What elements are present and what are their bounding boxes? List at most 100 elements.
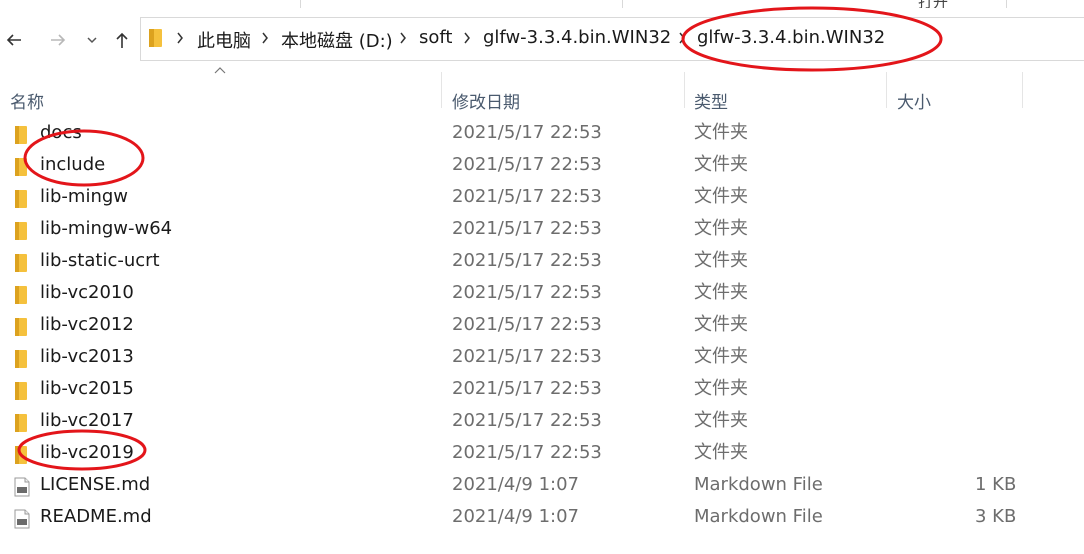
file-name[interactable]: docs [40, 122, 82, 144]
file-name[interactable]: lib-vc2017 [40, 410, 134, 432]
file-date: 2021/5/17 22:53 [452, 378, 602, 399]
breadcrumb-this-pc[interactable]: 此电脑 [197, 27, 251, 53]
file-type: 文件夹 [694, 346, 748, 367]
back-button[interactable] [0, 26, 28, 54]
folder-icon [14, 125, 28, 149]
breadcrumb-glfw-parent[interactable]: glfw-3.3.4.bin.WIN32 [483, 27, 671, 48]
file-type: 文件夹 [694, 122, 748, 143]
folder-icon [14, 157, 28, 181]
chevron-down-icon [87, 37, 97, 44]
chevron-right-icon[interactable] [398, 31, 408, 45]
file-row[interactable]: lib-vc2012 2021/5/17 22:53 文件夹 [0, 310, 1084, 342]
ribbon-open-label[interactable]: 打开 [918, 0, 948, 8]
file-type: Markdown File [694, 474, 823, 495]
file-date: 2021/4/9 1:07 [452, 506, 579, 527]
file-date: 2021/5/17 22:53 [452, 154, 602, 175]
file-type: 文件夹 [694, 410, 748, 431]
file-row[interactable]: lib-static-ucrt 2021/5/17 22:53 文件夹 [0, 246, 1084, 278]
recent-locations-button[interactable] [78, 26, 106, 54]
ribbon-divider [1006, 0, 1007, 8]
breadcrumb-drive-d[interactable]: 本地磁盘 (D:) [281, 27, 393, 53]
folder-icon [149, 29, 162, 47]
file-name[interactable]: lib-vc2015 [40, 378, 134, 400]
file-type: 文件夹 [694, 378, 748, 399]
file-type: 文件夹 [694, 442, 748, 463]
file-date: 2021/5/17 22:53 [452, 442, 602, 463]
file-type: 文件夹 [694, 186, 748, 207]
column-header-size[interactable]: 大小 [897, 88, 931, 113]
column-divider[interactable] [441, 72, 442, 108]
file-row[interactable]: lib-vc2015 2021/5/17 22:53 文件夹 [0, 374, 1084, 406]
folder-icon [14, 413, 28, 437]
ribbon-strip: 打开 [0, 0, 1084, 8]
file-date: 2021/4/9 1:07 [452, 474, 579, 495]
file-date: 2021/5/17 22:53 [452, 218, 602, 239]
file-size: 3 KB [975, 506, 1017, 527]
folder-icon [14, 253, 28, 277]
column-divider[interactable] [684, 72, 685, 108]
file-row[interactable]: lib-vc2010 2021/5/17 22:53 文件夹 [0, 278, 1084, 310]
file-row[interactable]: lib-mingw-w64 2021/5/17 22:53 文件夹 [0, 214, 1084, 246]
file-date: 2021/5/17 22:53 [452, 282, 602, 303]
file-type: 文件夹 [694, 250, 748, 271]
folder-icon [14, 445, 28, 469]
file-row[interactable]: lib-vc2013 2021/5/17 22:53 文件夹 [0, 342, 1084, 374]
chevron-right-icon[interactable] [462, 31, 472, 45]
file-date: 2021/5/17 22:53 [452, 314, 602, 335]
arrow-up-icon [116, 32, 128, 48]
file-name[interactable]: lib-vc2012 [40, 314, 134, 336]
up-button[interactable] [108, 26, 136, 54]
folder-icon [14, 381, 28, 405]
file-type: 文件夹 [694, 154, 748, 175]
file-type: 文件夹 [694, 218, 748, 239]
chevron-right-icon[interactable] [175, 31, 185, 45]
arrow-right-icon [51, 34, 66, 46]
file-name[interactable]: lib-vc2019 [40, 442, 134, 464]
file-row[interactable]: include 2021/5/17 22:53 文件夹 [0, 150, 1084, 182]
file-date: 2021/5/17 22:53 [452, 410, 602, 431]
file-name[interactable]: lib-mingw-w64 [40, 218, 172, 240]
file-row[interactable]: lib-mingw 2021/5/17 22:53 文件夹 [0, 182, 1084, 214]
ribbon-divider [300, 0, 301, 8]
folder-icon [14, 221, 28, 245]
column-header-name[interactable]: 名称 [10, 88, 44, 113]
folder-icon [14, 317, 28, 341]
file-date: 2021/5/17 22:53 [452, 346, 602, 367]
ribbon-divider [622, 0, 623, 8]
file-size: 1 KB [975, 474, 1017, 495]
arrow-left-icon [6, 34, 21, 46]
file-row[interactable]: lib-vc2017 2021/5/17 22:53 文件夹 [0, 406, 1084, 438]
file-date: 2021/5/17 22:53 [452, 122, 602, 143]
markdown-file-icon [14, 477, 30, 501]
markdown-file-icon [14, 509, 30, 533]
file-date: 2021/5/17 22:53 [452, 250, 602, 271]
column-header-date[interactable]: 修改日期 [452, 88, 520, 113]
breadcrumb-soft[interactable]: soft [419, 27, 452, 48]
file-date: 2021/5/17 22:53 [452, 186, 602, 207]
file-row[interactable]: README.md 2021/4/9 1:07 Markdown File 3 KB [0, 502, 1084, 534]
file-type: Markdown File [694, 506, 823, 527]
chevron-right-icon[interactable] [260, 31, 270, 45]
file-row[interactable]: lib-vc2019 2021/5/17 22:53 文件夹 [0, 438, 1084, 470]
forward-button[interactable] [44, 26, 72, 54]
folder-icon [14, 349, 28, 373]
file-row[interactable]: LICENSE.md 2021/4/9 1:07 Markdown File 1 KB [0, 470, 1084, 502]
column-divider[interactable] [886, 72, 887, 108]
column-header-type[interactable]: 类型 [694, 88, 728, 113]
file-type: 文件夹 [694, 314, 748, 335]
folder-icon [14, 189, 28, 213]
chevron-right-icon[interactable] [677, 31, 687, 45]
breadcrumb-glfw-current[interactable]: glfw-3.3.4.bin.WIN32 [697, 27, 885, 48]
file-row[interactable]: docs 2021/5/17 22:53 文件夹 [0, 118, 1084, 150]
file-type: 文件夹 [694, 282, 748, 303]
file-name[interactable]: README.md [40, 506, 152, 528]
file-name[interactable]: lib-mingw [40, 186, 128, 208]
column-divider[interactable] [1022, 72, 1023, 108]
file-name[interactable]: include [40, 154, 105, 176]
file-name[interactable]: LICENSE.md [40, 474, 150, 496]
file-name[interactable]: lib-vc2013 [40, 346, 134, 368]
folder-icon [14, 285, 28, 309]
file-name[interactable]: lib-vc2010 [40, 282, 134, 304]
sort-ascending-icon [214, 67, 226, 74]
file-name[interactable]: lib-static-ucrt [40, 250, 160, 272]
